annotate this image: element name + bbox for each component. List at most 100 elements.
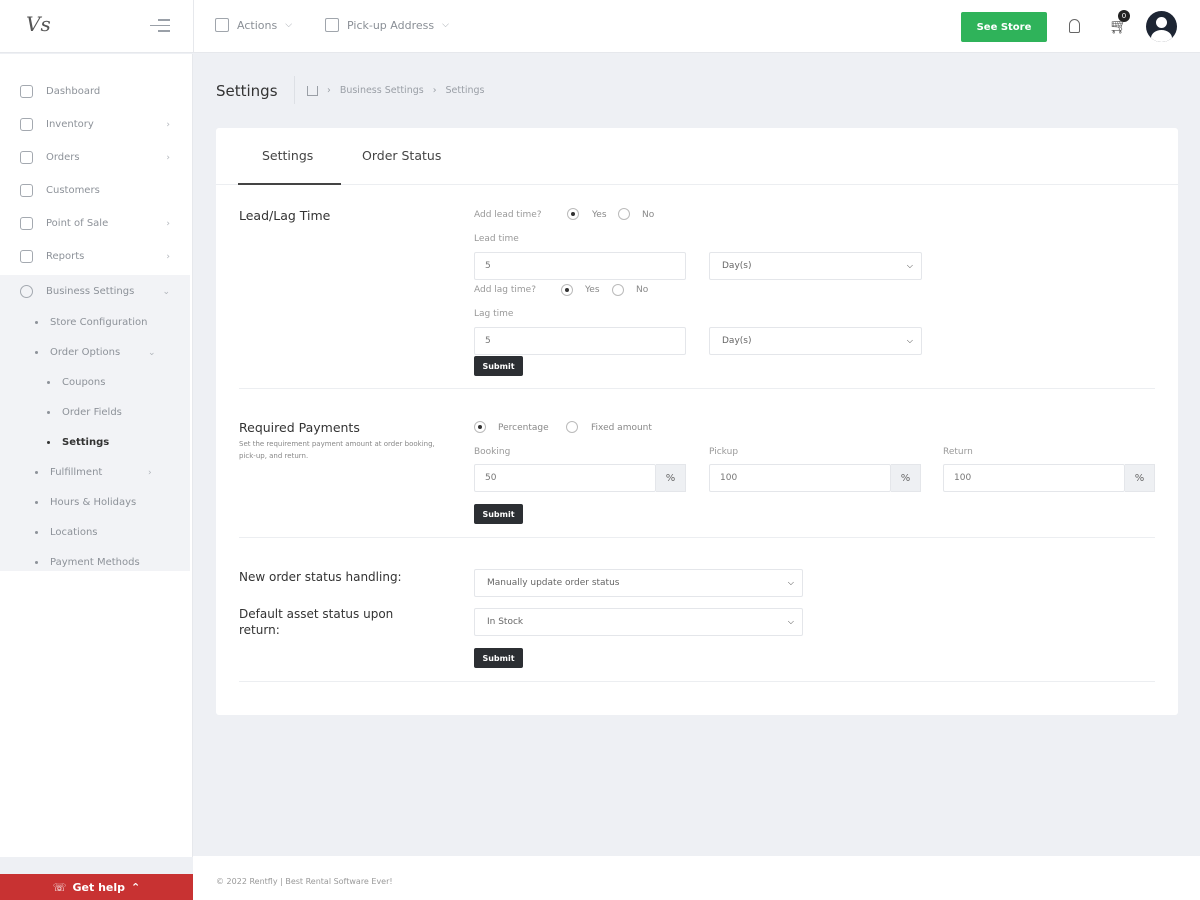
- hamburger-icon[interactable]: [150, 19, 170, 33]
- divider: [294, 76, 295, 104]
- help-icon: ☏: [52, 880, 67, 894]
- lag-no-radio[interactable]: [612, 284, 624, 296]
- booking-percent-addon: %: [656, 464, 686, 492]
- tab-settings[interactable]: Settings: [262, 148, 313, 163]
- chevron-down-icon: ⌵: [442, 20, 449, 30]
- sub-label: Settings: [62, 437, 110, 448]
- get-help-button[interactable]: ☏ Get help ⌃: [0, 874, 193, 900]
- orders-icon: [20, 151, 33, 164]
- logo[interactable]: Vs: [26, 12, 58, 42]
- status-submit-button[interactable]: Submit: [474, 648, 523, 668]
- sidebar-item-label: Point of Sale: [46, 218, 109, 229]
- sub-label: Payment Methods: [50, 557, 140, 568]
- lead-no-label: No: [642, 210, 655, 220]
- sub-label: Fulfillment: [50, 467, 103, 478]
- sidebar-item-dashboard[interactable]: Dashboard: [0, 75, 190, 108]
- see-store-button[interactable]: See Store: [961, 12, 1047, 42]
- home-icon[interactable]: [307, 85, 318, 96]
- chevron-down-icon: ⌄: [162, 286, 170, 297]
- sidebar-item-business-settings[interactable]: Business Settings ⌄: [0, 275, 190, 308]
- lag-time-label: Lag time: [474, 309, 514, 319]
- tab-order-status[interactable]: Order Status: [362, 148, 441, 163]
- payments-submit-button[interactable]: Submit: [474, 504, 523, 524]
- chevron-right-icon: ›: [166, 251, 170, 262]
- new-order-status-label: New order status handling:: [239, 570, 402, 584]
- sidebar-sub-hours-holidays[interactable]: Hours & Holidays: [35, 497, 136, 508]
- fixed-amount-label: Fixed amount: [591, 423, 652, 433]
- lead-time-label: Lead time: [474, 234, 519, 244]
- lag-yes-radio[interactable]: [561, 284, 573, 296]
- chevron-right-icon: ›: [166, 119, 170, 130]
- lead-time-input[interactable]: 5: [474, 252, 686, 280]
- required-payments-title: Required Payments: [239, 420, 360, 435]
- breadcrumb-business-settings[interactable]: Business Settings: [340, 85, 424, 96]
- sidebar-item-point-of-sale[interactable]: Point of Sale ›: [0, 207, 190, 240]
- sidebar-item-label: Reports: [46, 251, 85, 262]
- sidebar-sub-coupons[interactable]: Coupons: [47, 377, 105, 388]
- lag-yes-label: Yes: [585, 285, 600, 295]
- sidebar-item-reports[interactable]: Reports ›: [0, 240, 190, 273]
- sidebar-item-label: Customers: [46, 185, 100, 196]
- sidebar-sub-order-fields[interactable]: Order Fields: [47, 407, 122, 418]
- lag-unit-select[interactable]: Day(s) ⌵: [709, 327, 922, 355]
- chevron-up-icon: ⌃: [131, 880, 141, 894]
- divider: [193, 0, 194, 53]
- lead-no-radio[interactable]: [618, 208, 630, 220]
- default-asset-status-label: Default asset status upon return:: [239, 607, 394, 637]
- chevron-down-icon: ⌄: [148, 347, 156, 358]
- actions-icon: [215, 18, 229, 32]
- pickup-input[interactable]: 100: [709, 464, 891, 492]
- add-lag-time-label: Add lag time?: [474, 285, 536, 295]
- sidebar-sub-store-configuration[interactable]: Store Configuration: [35, 317, 147, 328]
- pickup-address-label: Pick-up Address: [347, 18, 435, 32]
- sidebar-item-inventory[interactable]: Inventory ›: [0, 108, 190, 141]
- page-title: Settings: [216, 82, 278, 100]
- breadcrumb-settings: Settings: [445, 85, 485, 96]
- add-lead-time-label: Add lead time?: [474, 210, 542, 220]
- lead-unit-select[interactable]: Day(s) ⌵: [709, 252, 922, 280]
- user-avatar-icon[interactable]: [1146, 11, 1177, 42]
- sidebar-sub-settings[interactable]: Settings: [47, 437, 109, 448]
- sidebar-item-customers[interactable]: Customers: [0, 174, 190, 207]
- booking-input[interactable]: 50: [474, 464, 656, 492]
- active-tab-indicator: [238, 183, 341, 185]
- fixed-amount-radio[interactable]: [566, 421, 578, 433]
- percentage-radio[interactable]: [474, 421, 486, 433]
- footer-copyright: © 2022 Rentfly | Best Rental Software Ev…: [216, 877, 393, 886]
- return-percent-addon: %: [1125, 464, 1155, 492]
- breadcrumb: › Business Settings › Settings: [307, 85, 484, 96]
- lead-yes-radio[interactable]: [567, 208, 579, 220]
- return-label: Return: [943, 447, 973, 457]
- chevron-down-icon: ⌵: [285, 20, 293, 30]
- sidebar: Dashboard Inventory › Orders › Customers…: [0, 54, 193, 857]
- location-icon: [325, 18, 339, 32]
- top-bar: Vs Actions ⌵ Pick-up Address ⌵ See Store…: [0, 0, 1200, 53]
- pos-icon: [20, 217, 33, 230]
- breadcrumb-separator: ›: [327, 85, 331, 96]
- bell-icon[interactable]: [1069, 19, 1080, 33]
- footer: © 2022 Rentfly | Best Rental Software Ev…: [193, 856, 1200, 900]
- lead-unit-value: Day(s): [722, 261, 752, 271]
- sub-label: Store Configuration: [50, 317, 148, 328]
- sub-label: Order Fields: [62, 407, 122, 418]
- default-asset-status-select[interactable]: In Stock ⌵: [474, 608, 803, 636]
- return-input[interactable]: 100: [943, 464, 1125, 492]
- sidebar-sub-payment-methods[interactable]: Payment Methods: [35, 557, 140, 568]
- lead-yes-label: Yes: [592, 210, 607, 220]
- lag-time-input[interactable]: 5: [474, 327, 686, 355]
- chevron-right-icon: ›: [148, 467, 152, 478]
- actions-menu[interactable]: Actions ⌵: [215, 18, 292, 32]
- sidebar-item-orders[interactable]: Orders ›: [0, 141, 190, 174]
- inventory-icon: [20, 118, 33, 131]
- sidebar-sub-locations[interactable]: Locations: [35, 527, 98, 538]
- chevron-down-icon: ⌵: [787, 617, 794, 626]
- sidebar-sub-order-options[interactable]: Order Options ⌄: [35, 347, 175, 358]
- chevron-down-icon: ⌵: [906, 261, 913, 270]
- cart-count-badge: 0: [1118, 10, 1130, 22]
- divider: [239, 681, 1155, 682]
- divider: [239, 537, 1155, 538]
- pickup-address-menu[interactable]: Pick-up Address ⌵: [325, 18, 449, 32]
- lead-lag-submit-button[interactable]: Submit: [474, 356, 523, 376]
- sidebar-sub-fulfillment[interactable]: Fulfillment ›: [35, 467, 175, 478]
- new-order-status-select[interactable]: Manually update order status ⌵: [474, 569, 803, 597]
